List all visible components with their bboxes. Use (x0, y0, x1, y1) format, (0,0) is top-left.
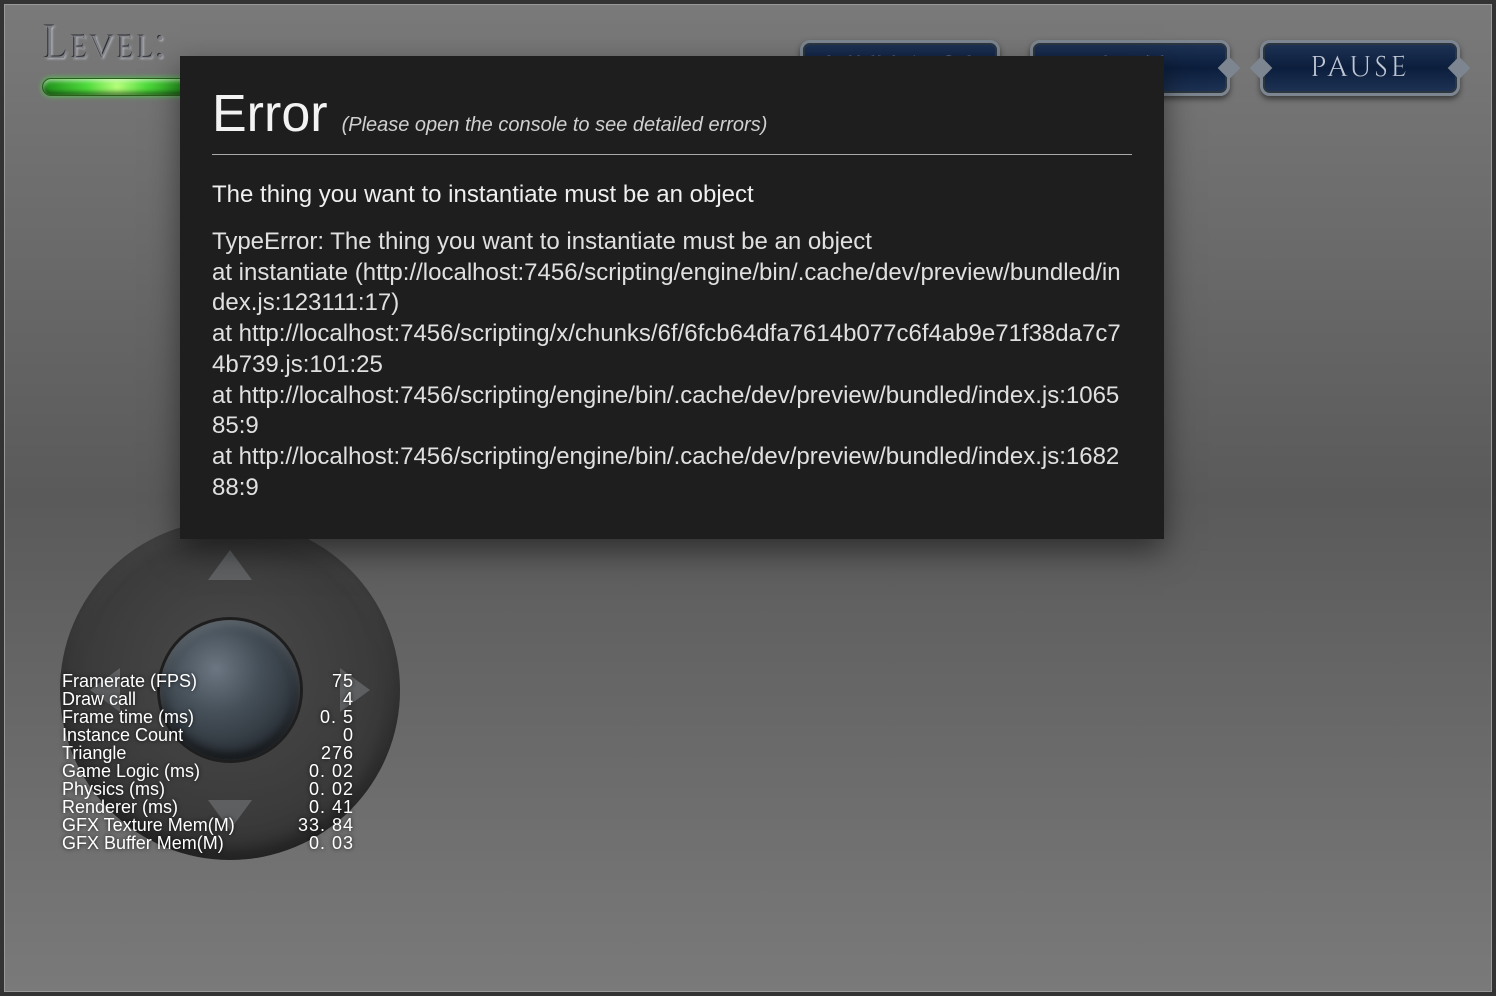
stats-value: 0. 5 (320, 708, 354, 726)
error-message: The thing you want to instantiate must b… (212, 181, 1132, 209)
stats-label: GFX Buffer Mem(M) (62, 834, 224, 852)
stats-row: Draw call 4 (62, 690, 354, 708)
dpad-up-icon (208, 550, 252, 580)
stats-row: GFX Buffer Mem(M) 0. 03 (62, 834, 354, 852)
stats-label: Instance Count (62, 726, 183, 744)
error-dialog: Error (Please open the console to see de… (180, 56, 1164, 539)
stats-label: Renderer (ms) (62, 798, 178, 816)
stats-row: Game Logic (ms) 0. 02 (62, 762, 354, 780)
stats-value: 0. 03 (309, 834, 354, 852)
stats-value: 0. 02 (309, 780, 354, 798)
error-stacktrace: TypeError: The thing you want to instant… (212, 227, 1132, 503)
stats-value: 0. 41 (309, 798, 354, 816)
stats-row: GFX Texture Mem(M) 33. 84 (62, 816, 354, 834)
stats-label: Draw call (62, 690, 136, 708)
stats-row: Framerate (FPS) 75 (62, 672, 354, 690)
stats-value: 75 (332, 672, 354, 690)
stats-label: Game Logic (ms) (62, 762, 200, 780)
stats-label: Triangle (62, 744, 126, 762)
stats-label: Physics (ms) (62, 780, 165, 798)
pause-button-label: PAUSE (1310, 50, 1410, 87)
stats-value: 33. 84 (298, 816, 354, 834)
stats-row: Frame time (ms) 0. 5 (62, 708, 354, 726)
error-header: Error (Please open the console to see de… (212, 84, 1132, 155)
stats-value: 0 (343, 726, 354, 744)
stats-label: GFX Texture Mem(M) (62, 816, 235, 834)
stats-label: Framerate (FPS) (62, 672, 197, 690)
xp-bar (42, 78, 192, 96)
level-label: Level: (42, 14, 192, 76)
error-title: Error (212, 84, 328, 144)
pause-button[interactable]: PAUSE (1260, 40, 1460, 96)
stats-label: Frame time (ms) (62, 708, 194, 726)
level-hud: Level: (42, 14, 192, 96)
stats-value: 276 (321, 744, 354, 762)
perf-stats-overlay: Framerate (FPS) 75 Draw call 4 Frame time … (62, 672, 354, 852)
stats-row: Physics (ms) 0. 02 (62, 780, 354, 798)
stats-row: Renderer (ms) 0. 41 (62, 798, 354, 816)
error-subtitle: (Please open the console to see detailed… (342, 114, 768, 137)
stats-value: 0. 02 (309, 762, 354, 780)
stats-row: Triangle 276 (62, 744, 354, 762)
stats-value: 4 (343, 690, 354, 708)
stats-row: Instance Count 0 (62, 726, 354, 744)
